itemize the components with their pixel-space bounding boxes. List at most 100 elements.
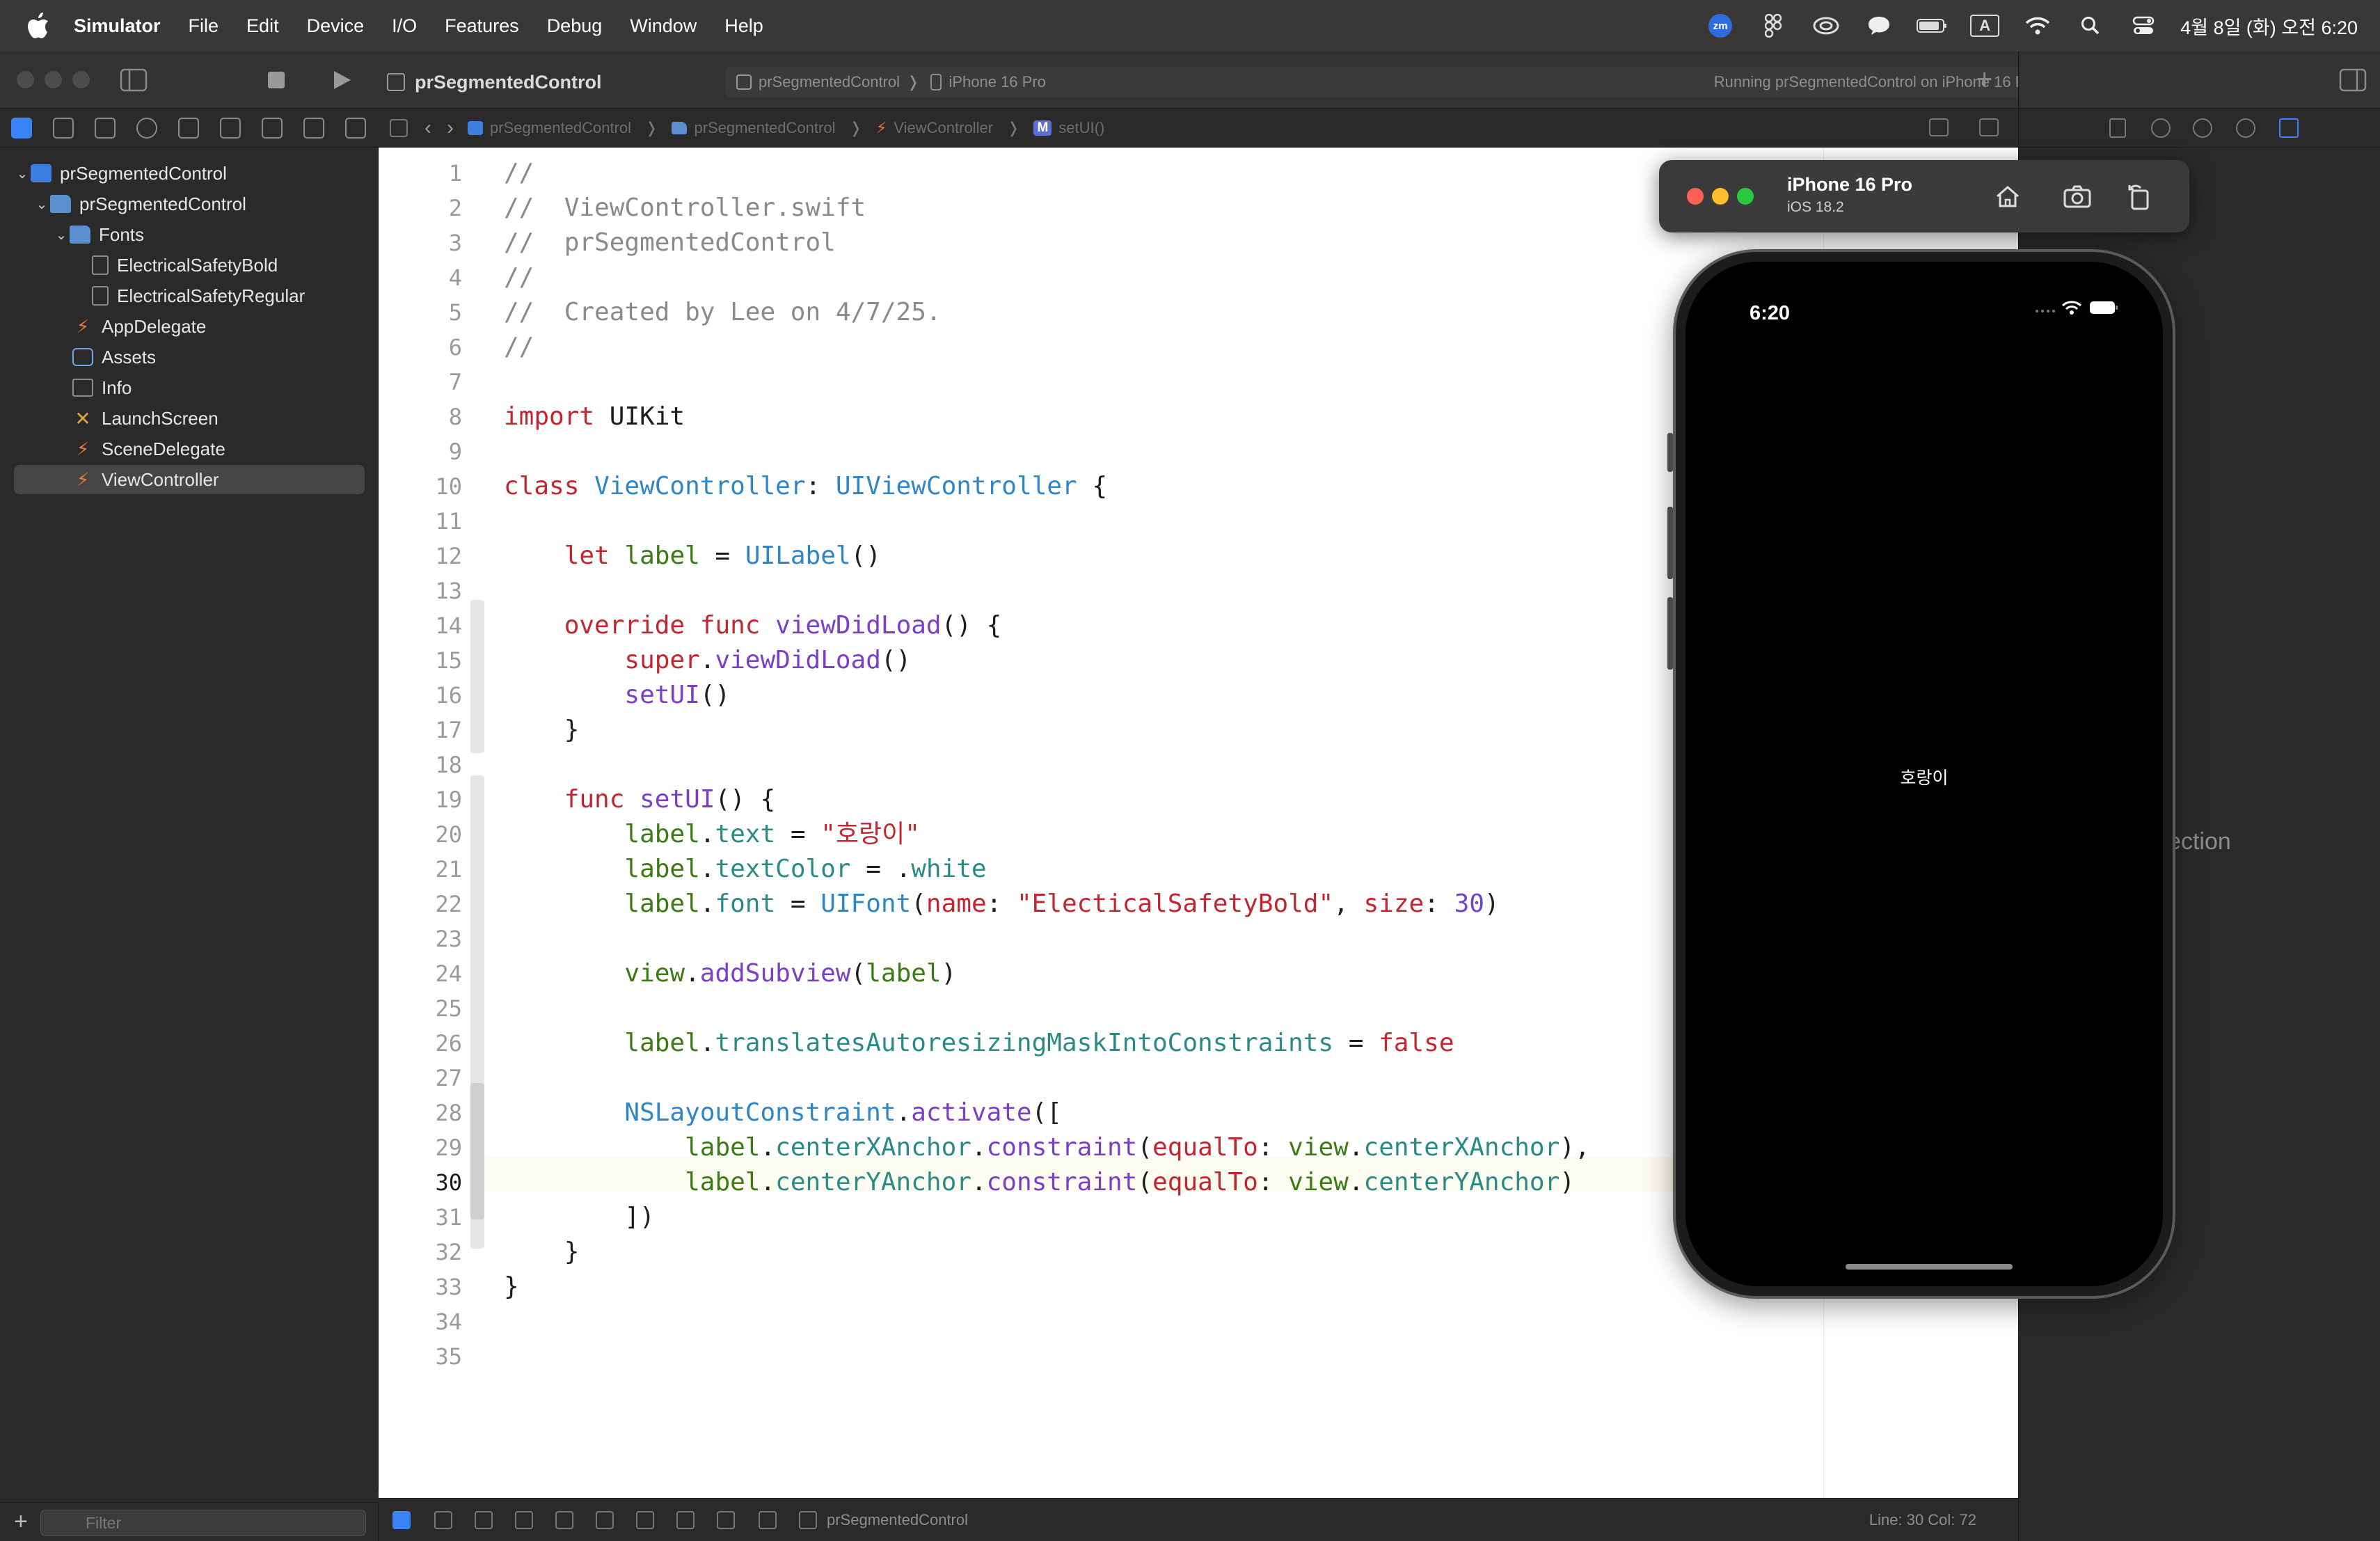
- apple-logo-icon[interactable]: [25, 12, 50, 40]
- menu-io[interactable]: I/O: [392, 15, 417, 37]
- editor-options-icon[interactable]: [1929, 118, 1949, 136]
- volume-up-button[interactable]: [1667, 507, 1673, 579]
- code-line[interactable]: label.translatesAutoresizingMaskIntoCons…: [504, 1026, 1454, 1061]
- navigator-filter-input[interactable]: Filter: [40, 1510, 366, 1536]
- tab-viewcontroller[interactable]: prSegmentedControl: [387, 67, 602, 97]
- disclosure-chevron-icon[interactable]: ⌄: [14, 165, 31, 182]
- run-icon[interactable]: [331, 70, 352, 90]
- code-line[interactable]: label.centerXAnchor.constraint(equalTo: …: [504, 1130, 1590, 1165]
- back-icon[interactable]: ‹: [425, 116, 431, 140]
- code-line[interactable]: //: [504, 260, 534, 295]
- forward-icon[interactable]: ›: [447, 116, 454, 140]
- location-arrow-icon[interactable]: [759, 1511, 777, 1529]
- disclosure-chevron-icon[interactable]: ⌄: [33, 196, 50, 213]
- breadcrumb-file[interactable]: ⚡︎ ViewController ❭: [876, 119, 1020, 137]
- simulator-minimize-button[interactable]: [1712, 188, 1729, 205]
- code-line[interactable]: import UIKit: [504, 400, 685, 434]
- add-tab-icon[interactable]: +: [1976, 64, 1992, 95]
- action-button[interactable]: [1667, 433, 1673, 472]
- code-line[interactable]: // ViewController.swift: [504, 191, 866, 226]
- report-navigator-icon[interactable]: [345, 117, 366, 139]
- code-fold-ribbon[interactable]: [470, 600, 484, 753]
- code-line[interactable]: setUI(): [504, 678, 730, 713]
- code-line[interactable]: ]): [504, 1200, 654, 1235]
- scheme-name-control[interactable]: prSegmentedControl ❭: [736, 73, 919, 91]
- code-line[interactable]: func setUI() {: [504, 782, 775, 817]
- code-line[interactable]: //: [504, 156, 534, 191]
- code-line[interactable]: }: [504, 713, 580, 748]
- window-minimize-button[interactable]: [45, 71, 62, 88]
- scheme-selector[interactable]: prSegmentedControl ❭ iPhone 16 Pro Runni…: [725, 67, 2052, 97]
- tree-item-fonts[interactable]: ⌄ Fonts: [14, 220, 365, 249]
- menu-help[interactable]: Help: [724, 15, 763, 37]
- menu-file[interactable]: File: [189, 15, 219, 37]
- screenshot-camera-icon[interactable]: [2061, 181, 2093, 213]
- simulator-close-button[interactable]: [1687, 188, 1704, 205]
- project-navigator-icon[interactable]: [11, 117, 32, 139]
- menu-edit[interactable]: Edit: [246, 15, 279, 37]
- code-line[interactable]: }: [504, 1270, 519, 1304]
- window-close-button[interactable]: [17, 71, 34, 88]
- code-fold-ribbon[interactable]: [470, 1083, 484, 1219]
- stop-icon[interactable]: [267, 71, 285, 89]
- simulate-location-icon[interactable]: [717, 1511, 735, 1529]
- code-line[interactable]: override func viewDidLoad() {: [504, 608, 1002, 643]
- menu-device[interactable]: Device: [307, 15, 365, 37]
- code-line[interactable]: let label = UILabel(): [504, 539, 881, 574]
- breadcrumb-project[interactable]: prSegmentedControl ❭: [468, 119, 658, 137]
- menu-window[interactable]: Window: [630, 15, 697, 37]
- tree-item-font-bold[interactable]: ElectricalSafetyBold: [14, 251, 365, 280]
- spotlight-search-icon[interactable]: [2074, 12, 2107, 40]
- home-indicator[interactable]: [1846, 1264, 2013, 1270]
- code-line[interactable]: view.addSubview(label): [504, 956, 956, 991]
- debug-view-hierarchy-icon[interactable]: [596, 1511, 614, 1529]
- help-inspector-icon[interactable]: [2193, 118, 2212, 138]
- menu-app-name[interactable]: Simulator: [74, 15, 161, 37]
- environment-overrides-icon[interactable]: [676, 1511, 695, 1529]
- code-line[interactable]: label.text = "호랑이": [504, 817, 920, 852]
- code-line[interactable]: NSLayoutConstraint.activate([: [504, 1096, 1062, 1130]
- tree-item-group[interactable]: ⌄ prSegmentedControl: [14, 189, 365, 219]
- code-line[interactable]: //: [504, 330, 534, 365]
- breadcrumb-group[interactable]: prSegmentedControl ❭: [672, 119, 862, 137]
- figma-icon[interactable]: [1757, 12, 1789, 40]
- code-line[interactable]: }: [504, 1235, 580, 1270]
- breakpoint-navigator-icon[interactable]: [303, 117, 324, 139]
- zoom-icon[interactable]: zm: [1704, 12, 1736, 40]
- attributes-inspector-icon[interactable]: [2279, 118, 2299, 138]
- code-line[interactable]: // Created by Lee on 4/7/25.: [504, 295, 942, 330]
- debug-navigator-icon[interactable]: [262, 117, 283, 139]
- identity-inspector-icon[interactable]: [2236, 118, 2255, 138]
- tree-item-project[interactable]: ⌄ prSegmentedControl: [14, 159, 365, 188]
- related-items-icon[interactable]: [390, 118, 408, 137]
- sidebar-toggle-icon[interactable]: [120, 68, 148, 92]
- issue-navigator-icon[interactable]: [178, 117, 199, 139]
- window-zoom-button[interactable]: [72, 71, 90, 88]
- wifi-icon[interactable]: [2022, 12, 2054, 40]
- step-into-icon[interactable]: [515, 1511, 533, 1529]
- menu-debug[interactable]: Debug: [547, 15, 603, 37]
- menu-features[interactable]: Features: [445, 15, 519, 37]
- tree-item-viewcontroller[interactable]: ⚡︎ ViewController: [14, 465, 365, 494]
- code-line[interactable]: label.textColor = .white: [504, 852, 986, 887]
- simulator-zoom-button[interactable]: [1737, 188, 1754, 205]
- debug-memory-graph-icon[interactable]: [636, 1511, 654, 1529]
- step-over-icon[interactable]: [475, 1511, 493, 1529]
- iphone-screen[interactable]: 6:20 호랑이: [1685, 262, 2163, 1286]
- disclosure-chevron-icon[interactable]: ⌄: [53, 226, 70, 244]
- breadcrumb-method[interactable]: M setUI(): [1033, 119, 1104, 137]
- tree-item-info[interactable]: Info: [14, 373, 365, 402]
- tree-item-scenedelegate[interactable]: ⚡︎ SceneDelegate: [14, 434, 365, 464]
- code-line[interactable]: super.viewDidLoad(): [504, 643, 911, 678]
- tree-item-appdelegate[interactable]: ⚡︎ AppDelegate: [14, 312, 365, 341]
- pause-icon[interactable]: [434, 1511, 452, 1529]
- test-navigator-icon[interactable]: [220, 117, 241, 139]
- history-inspector-icon[interactable]: [2151, 118, 2171, 138]
- destination-selector[interactable]: iPhone 16 Pro: [930, 73, 1046, 91]
- battery-icon[interactable]: [1916, 12, 1948, 40]
- creative-cloud-icon[interactable]: [1810, 12, 1842, 40]
- code-line[interactable]: // prSegmentedControl: [504, 226, 836, 260]
- home-icon[interactable]: [1992, 181, 2024, 213]
- toggle-debug-area-icon[interactable]: [392, 1511, 411, 1529]
- tree-item-launchscreen[interactable]: ✕ LaunchScreen: [14, 404, 365, 433]
